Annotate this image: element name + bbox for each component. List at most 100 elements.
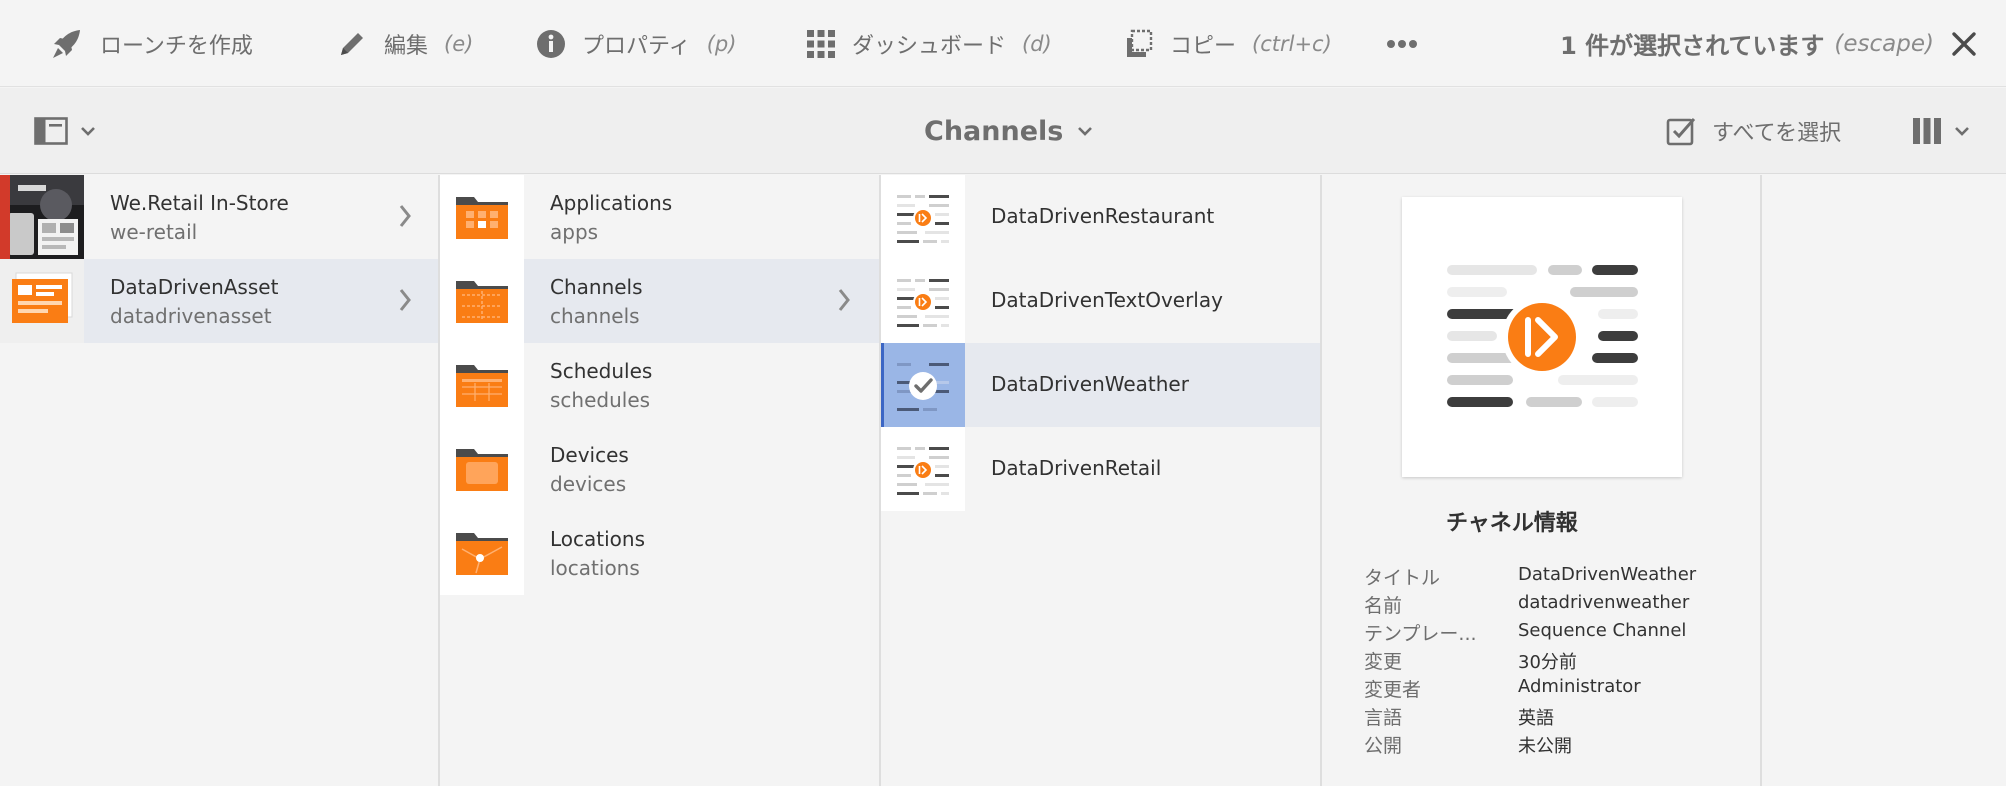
item-title: DataDrivenAsset (110, 275, 279, 299)
folder-icon (440, 427, 524, 511)
metadata-row: 名前 datadrivenweather (1364, 591, 1754, 619)
meta-value: 30分前 (1518, 652, 1577, 673)
copy-button[interactable]: コピー (ctrl+c) (1124, 0, 1332, 87)
meta-key: 名前 (1364, 595, 1403, 617)
toolbar: Channels すべてを選択 (0, 88, 2006, 174)
list-item-applications[interactable]: Applications apps (440, 175, 879, 259)
copy-label: コピー (1170, 33, 1237, 59)
item-title: DataDrivenTextOverlay (991, 288, 1223, 312)
side-panel-icon (34, 117, 68, 145)
column-folders: Applications apps Channels channels Sche… (440, 175, 881, 786)
properties-shortcut: (p) (706, 31, 737, 56)
grid-icon (807, 29, 835, 58)
checkbox-icon (1666, 118, 1696, 146)
meta-key: タイトル (1364, 567, 1441, 589)
list-item-we-retail[interactable]: We.Retail In-Store we-retail (0, 175, 438, 259)
chevron-right-icon (838, 289, 850, 311)
rocket-icon (53, 29, 80, 58)
list-item-channel[interactable]: DataDrivenRestaurant (881, 175, 1320, 259)
metadata-row: 変更 30分前 (1364, 647, 1754, 675)
create-launch-button[interactable]: ローンチを作成 (50, 0, 253, 87)
item-name: locations (550, 556, 640, 580)
copy-shortcut: (ctrl+c) (1252, 31, 1332, 56)
folder-icon (440, 259, 524, 343)
chevron-right-icon (399, 205, 411, 227)
selection-shortcut: (escape) (1834, 30, 1934, 57)
list-item-datadrivenasset[interactable]: DataDrivenAsset datadrivenasset (0, 259, 438, 343)
column-sites: We.Retail In-Store we-retail DataDrivenA… (0, 175, 440, 786)
select-all-label: すべてを選択 (1712, 121, 1842, 146)
item-title: DataDrivenWeather (991, 372, 1189, 396)
meta-key: 変更者 (1364, 679, 1422, 701)
meta-key: テンプレー... (1364, 623, 1477, 645)
properties-label: プロパティ (582, 33, 691, 59)
list-item-locations[interactable]: Locations locations (440, 511, 879, 595)
selected-thumbnail (881, 343, 965, 427)
select-all-button[interactable]: すべてを選択 (1666, 110, 1841, 152)
column-view-icon (1913, 118, 1941, 144)
item-name: schedules (550, 388, 651, 412)
list-item-channel[interactable]: DataDrivenRetail (881, 427, 1320, 511)
meta-value: Sequence Channel (1518, 620, 1687, 641)
item-name: channels (550, 304, 640, 328)
list-item-devices[interactable]: Devices devices (440, 427, 879, 511)
more-actions-button[interactable] (1386, 0, 1418, 87)
item-name: devices (550, 472, 627, 496)
meta-value: datadrivenweather (1518, 592, 1690, 613)
item-title: Schedules (550, 359, 653, 383)
metadata-row: 公開 未公開 (1364, 731, 1754, 759)
chevron-down-icon (81, 127, 95, 136)
copy-icon (1127, 29, 1153, 57)
pencil-icon (341, 32, 363, 55)
properties-button[interactable]: プロパティ (p) (536, 0, 736, 87)
meta-key: 変更 (1364, 651, 1403, 673)
selection-count-text: 1 件が選択されています (1560, 32, 1825, 60)
folder-title: Channels (924, 115, 1064, 147)
list-item-channel[interactable]: DataDrivenTextOverlay (881, 259, 1320, 343)
channel-thumbnail (881, 175, 965, 259)
view-switcher[interactable] (1912, 112, 1970, 150)
dashboard-button[interactable]: ダッシュボード (d) (806, 0, 1052, 87)
list-item-schedules[interactable]: Schedules schedules (440, 343, 879, 427)
info-icon (537, 29, 565, 58)
selection-status: 1 件が選択されています (escape) (1560, 0, 1934, 87)
create-launch-label: ローンチを作成 (100, 33, 253, 59)
dashboard-shortcut: (d) (1022, 31, 1052, 56)
more-icon (1387, 39, 1417, 48)
dashboard-label: ダッシュボード (852, 33, 1007, 59)
metadata-row: タイトル DataDrivenWeather (1364, 563, 1754, 591)
folder-icon (440, 175, 524, 259)
item-title: Devices (550, 443, 629, 467)
column-channels: DataDrivenRestaurant DataDrivenTextOverl… (881, 175, 1322, 786)
chevron-right-icon (399, 289, 411, 311)
datadrivenasset-thumbnail (0, 259, 84, 343)
meta-value: 未公開 (1518, 736, 1572, 757)
chevron-down-icon (1078, 127, 1093, 136)
edit-button[interactable]: 編集 (e) (336, 0, 473, 87)
action-bar: ローンチを作成 編集 (e) プロパティ (p) ダッシュボード (d) コピー… (0, 0, 2006, 87)
folder-icon (440, 343, 524, 427)
meta-key: 公開 (1364, 735, 1403, 757)
selection-indicator (881, 343, 884, 427)
close-icon[interactable] (1948, 28, 1980, 60)
channel-thumbnail (881, 259, 965, 343)
edit-label: 編集 (384, 33, 429, 59)
preview-thumbnail (1402, 197, 1682, 477)
metadata-list: タイトル DataDrivenWeather 名前 datadrivenweat… (1364, 563, 1754, 759)
list-item-channels[interactable]: Channels channels (440, 259, 879, 343)
metadata-row: 言語 英語 (1364, 703, 1754, 731)
column-view: We.Retail In-Store we-retail DataDrivenA… (0, 175, 2006, 786)
item-name: we-retail (110, 220, 198, 244)
list-item-channel-selected[interactable]: DataDrivenWeather (881, 343, 1320, 427)
column-empty (1762, 175, 2006, 786)
folder-title-dropdown[interactable]: Channels (924, 108, 1093, 154)
channel-thumbnail (881, 427, 965, 511)
rail-toggle-button[interactable] (34, 112, 104, 150)
item-title: DataDrivenRestaurant (991, 204, 1215, 228)
item-title: Locations (550, 527, 646, 551)
we-retail-thumbnail (0, 175, 84, 259)
item-title: Applications (550, 191, 673, 215)
edit-shortcut: (e) (444, 31, 474, 56)
chevron-down-icon (1955, 127, 1969, 136)
metadata-row: 変更者 Administrator (1364, 675, 1754, 703)
